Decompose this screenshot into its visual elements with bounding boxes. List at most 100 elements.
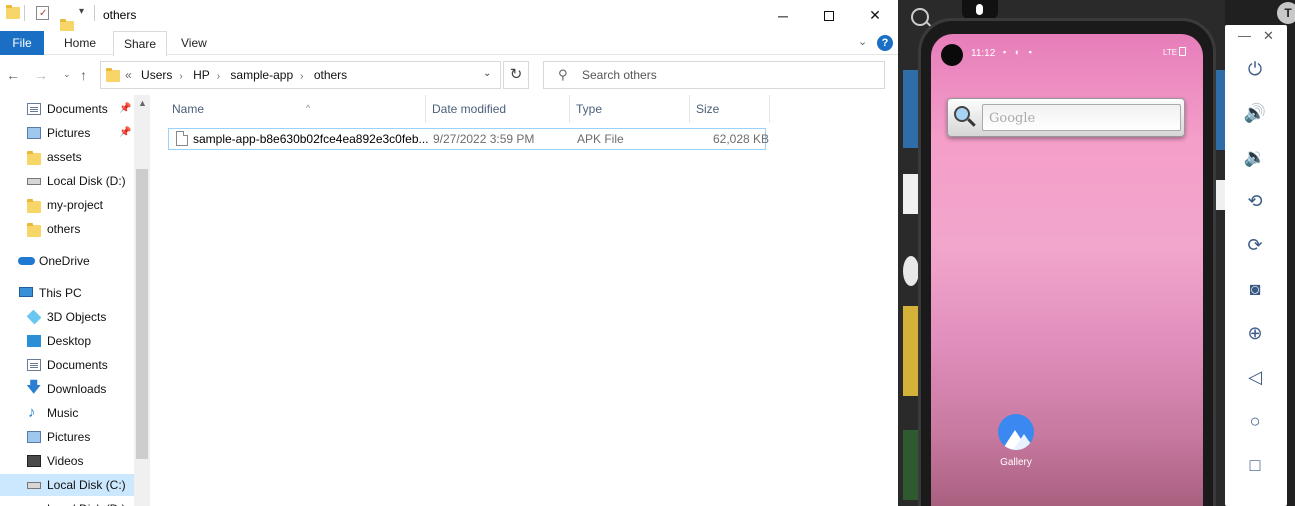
drive-icon — [27, 178, 41, 185]
refresh-icon: ↻ — [509, 66, 523, 83]
close-icon: ✕ — [869, 7, 881, 23]
column-label: Type — [576, 102, 603, 116]
tab-file[interactable]: File — [0, 31, 44, 55]
folder-icon — [6, 5, 20, 19]
nav-item-label: Local Disk (D:) — [47, 174, 126, 188]
front-camera — [941, 44, 963, 66]
download-arrow-icon: 🡇 — [26, 379, 42, 396]
3d-objects-icon — [26, 309, 42, 325]
nav-item-label: Desktop — [47, 334, 92, 348]
nav-item-assets[interactable]: assets — [0, 146, 134, 168]
nav-item-local-disk-d-pc[interactable]: Local Disk (D:) — [0, 498, 134, 506]
back-icon[interactable]: ◁ — [1242, 364, 1268, 390]
home-icon[interactable]: ○ — [1242, 408, 1268, 434]
address-dropdown-chevron-icon[interactable]: ⌄ — [483, 68, 491, 79]
nav-item-documents-pc[interactable]: Documents — [0, 354, 134, 376]
title-bar: ✓ ▾ others ─ ✕ — [0, 0, 898, 33]
rotate-right-icon[interactable]: ⟳ — [1242, 232, 1268, 258]
customize-toolbar-icon[interactable]: ▾ — [79, 6, 84, 17]
documents-icon — [27, 359, 41, 371]
nav-item-music[interactable]: ♪ Music — [0, 402, 134, 424]
breadcrumb-others[interactable]: others — [314, 68, 347, 82]
nav-item-this-pc[interactable]: This PC — [0, 282, 134, 304]
zoom-icon[interactable]: ⊕ — [1242, 320, 1268, 346]
nav-item-local-disk-c[interactable]: Local Disk (C:) — [0, 474, 134, 496]
nav-item-my-project[interactable]: my-project — [0, 194, 134, 216]
tab-share[interactable]: Share — [113, 31, 168, 56]
column-header-name[interactable]: Name ^ — [166, 95, 426, 123]
status-network: LTE — [1163, 48, 1178, 57]
scroll-up-arrow-icon[interactable]: ▲ — [138, 98, 147, 108]
expand-ribbon-chevron-icon[interactable]: ⌄ — [858, 35, 867, 48]
nav-item-label: This PC — [39, 286, 82, 300]
nav-item-label: Documents — [47, 102, 108, 116]
column-header-type[interactable]: Type — [570, 95, 690, 123]
notification-icons: ▪ ◐ ▪ — [1003, 47, 1035, 57]
file-list: Name ^ Date modified Type Size sample-ap… — [150, 95, 898, 506]
emulator-minimize-icon[interactable]: — — [1238, 28, 1251, 43]
file-size: 62,028 KB — [713, 132, 770, 146]
avatar[interactable]: T — [1277, 2, 1295, 24]
up-arrow-icon[interactable]: ↑ — [80, 67, 87, 83]
nav-item-local-disk-d[interactable]: Local Disk (D:) — [0, 170, 134, 192]
minimize-button[interactable]: ─ — [760, 0, 806, 31]
nav-item-others[interactable]: others — [0, 218, 134, 240]
nav-item-3d-objects[interactable]: 3D Objects — [0, 306, 134, 328]
search-box[interactable]: ⚲ — [543, 61, 885, 89]
breadcrumb: « Users › HP › sample-app › others — [125, 68, 348, 82]
music-note-icon: ♪ — [28, 404, 36, 421]
file-name: sample-app-b8e630b02fce4ea892e3c0feb... — [193, 132, 429, 146]
breadcrumb-overflow[interactable]: « — [125, 68, 132, 82]
nav-item-label: 3D Objects — [47, 310, 107, 324]
android-home-screen[interactable]: 11:12 ▪ ◐ ▪ LTE Google Gallery — [931, 34, 1203, 506]
nav-item-pictures-pc[interactable]: Pictures — [0, 426, 134, 448]
back-arrow-icon[interactable]: ← — [6, 67, 20, 83]
nav-item-desktop[interactable]: Desktop — [0, 330, 134, 352]
file-icon — [176, 131, 188, 146]
breadcrumb-hp[interactable]: HP — [193, 68, 210, 82]
tab-home[interactable]: Home — [54, 31, 106, 55]
nav-item-documents[interactable]: Documents 📌 — [0, 98, 134, 120]
background-window-fragment — [1216, 70, 1225, 150]
nav-item-label: Documents — [47, 358, 108, 372]
folder-icon — [27, 199, 41, 213]
pin-icon: 📌 — [119, 127, 132, 138]
refresh-button[interactable]: ↻ — [503, 61, 529, 89]
properties-icon[interactable]: ✓ — [36, 6, 49, 20]
overview-icon[interactable]: □ — [1242, 452, 1268, 478]
gallery-app-icon[interactable] — [998, 414, 1034, 450]
nav-item-downloads[interactable]: 🡇 Downloads — [0, 378, 134, 400]
background-window-fragment — [903, 174, 919, 214]
emulator-close-icon[interactable]: ✕ — [1263, 28, 1274, 44]
maximize-button[interactable] — [806, 0, 852, 31]
google-search-widget[interactable]: Google — [947, 98, 1185, 137]
table-row[interactable]: sample-app-b8e630b02fce4ea892e3c0feb... … — [168, 128, 770, 150]
nav-item-pictures[interactable]: Pictures 📌 — [0, 122, 134, 144]
column-header-date-modified[interactable]: Date modified — [426, 95, 570, 123]
pictures-icon — [27, 431, 41, 443]
rotate-left-icon[interactable]: ⟲ — [1242, 188, 1268, 214]
power-icon[interactable]: ⏻ — [1242, 56, 1268, 82]
column-header-size[interactable]: Size — [690, 95, 770, 123]
forward-arrow-icon[interactable]: → — [34, 67, 48, 83]
search-icon[interactable] — [911, 8, 929, 26]
volume-up-icon[interactable]: 🔊 — [1242, 100, 1268, 126]
recent-locations-chevron-icon[interactable]: ⌄ — [63, 69, 71, 80]
camera-icon[interactable]: ◙ — [1242, 276, 1268, 302]
column-label: Size — [696, 102, 720, 116]
volume-down-icon[interactable]: 🔉 — [1242, 144, 1268, 170]
breadcrumb-sample-app[interactable]: sample-app — [230, 68, 293, 82]
documents-icon — [27, 103, 41, 115]
address-bar[interactable]: « Users › HP › sample-app › others ⌄ — [100, 61, 501, 89]
battery-icon — [1179, 47, 1186, 56]
nav-item-onedrive[interactable]: OneDrive — [0, 250, 134, 272]
breadcrumb-users[interactable]: Users — [141, 68, 172, 82]
scrollbar-thumb[interactable] — [136, 169, 148, 459]
microphone-icon[interactable] — [962, 0, 998, 20]
tab-view[interactable]: View — [171, 31, 217, 55]
google-search-input[interactable]: Google — [982, 104, 1181, 131]
help-icon[interactable]: ? — [877, 35, 893, 51]
close-button[interactable]: ✕ — [852, 0, 898, 31]
search-input[interactable] — [582, 66, 872, 84]
nav-item-videos[interactable]: Videos — [0, 450, 134, 472]
